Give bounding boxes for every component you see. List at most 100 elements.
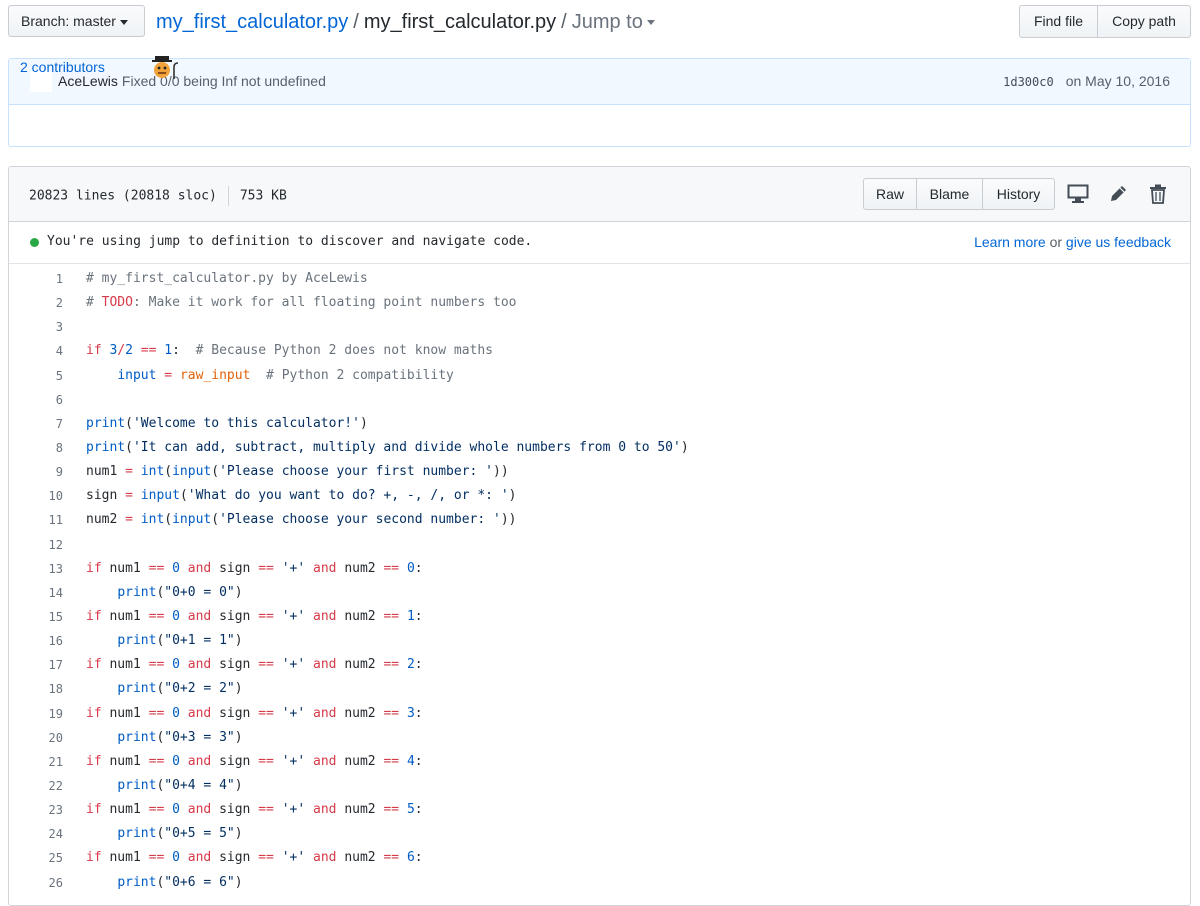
code-line: 4 if 3/2 == 1: # Because Python 2 does no… [9,339,1190,363]
breadcrumb-separator: / [353,11,359,33]
contributors-link[interactable]: 2 contributors [20,59,105,75]
code-line: 17 if num1 == 0 and sign == '+' and num2 … [9,653,1190,677]
jump-to-definition-message: You're using jump to definition to disco… [47,234,533,249]
code-text: print("0+1 = 1") [117,633,243,649]
branch-label: Branch: master [21,13,116,29]
code-line: 24 print("0+5 = 5") [9,822,1190,846]
line-number[interactable]: 7 [9,412,63,436]
code-text: if num1 == 0 and sign == '+' and num2 ==… [86,705,423,721]
line-number[interactable]: 23 [9,798,63,822]
desktop-icon[interactable] [1067,184,1089,209]
code-text: print('Welcome to this calculator!') [86,415,368,431]
banner-links: Learn more or give us feedback [974,234,1171,250]
jump-to-label: Jump to [571,11,643,33]
line-number[interactable]: 3 [9,315,63,339]
code-line: 15 if num1 == 0 and sign == '+' and num2 … [9,605,1190,629]
line-number[interactable]: 20 [9,726,63,750]
code-text: # TODO: Make it work for all floating po… [86,295,517,311]
line-number[interactable]: 18 [9,677,63,701]
line-number[interactable]: 13 [9,557,63,581]
code-text: if num1 == 0 and sign == '+' and num2 ==… [86,850,423,866]
commit-author-link[interactable]: AceLewis [58,73,118,89]
code-text: if 3/2 == 1: # Because Python 2 does not… [86,343,494,359]
code-line: 11 num2 = int(input('Please choose your s… [9,508,1190,532]
line-number[interactable]: 22 [9,774,63,798]
find-file-button[interactable]: Find file [1019,5,1098,38]
line-number[interactable]: 2 [9,291,63,315]
blame-button[interactable]: Blame [917,178,983,210]
line-number[interactable]: 15 [9,605,63,629]
feedback-link[interactable]: give us feedback [1066,234,1171,250]
commit-sha-link[interactable]: 1d300c0 [1003,75,1054,89]
copy-path-button[interactable]: Copy path [1098,5,1191,38]
line-number[interactable]: 16 [9,629,63,653]
pencil-icon[interactable] [1108,184,1128,209]
learn-more-link[interactable]: Learn more [974,234,1046,250]
breadcrumb: my_first_calculator.py / my_first_calculat… [156,9,655,35]
line-number[interactable]: 6 [9,388,63,412]
code-line: 5 input = raw_input # Python 2 compatibi… [9,364,1190,388]
jump-to-definition-banner: You're using jump to definition to disco… [9,222,1190,264]
line-number[interactable]: 10 [9,484,63,508]
caret-down-icon [646,20,655,26]
code-text: print("0+6 = 6") [117,874,243,890]
line-number[interactable]: 26 [9,871,63,895]
code-text: print("0+2 = 2") [117,681,243,697]
status-dot-icon [30,238,39,247]
line-number[interactable]: 21 [9,750,63,774]
line-number[interactable]: 1 [9,267,63,291]
breadcrumb-separator: / [561,11,567,33]
raw-button[interactable]: Raw [863,178,917,210]
line-number[interactable]: 4 [9,339,63,363]
line-number[interactable]: 8 [9,436,63,460]
line-number[interactable]: 19 [9,702,63,726]
code-text: num1 = int(input('Please choose your fir… [86,464,509,480]
branch-select-button[interactable]: Branch: master [8,5,145,37]
code-text: print("0+0 = 0") [117,584,243,600]
code-line: 23 if num1 == 0 and sign == '+' and num2 … [9,798,1190,822]
code-line: 12 [9,533,1190,557]
code-line: 1 # my_first_calculator.py by AceLewis [9,267,1190,291]
code-line: 18 print("0+2 = 2") [9,677,1190,701]
code-line: 22 print("0+4 = 4") [9,774,1190,798]
code-line: 9 num1 = int(input('Please choose your fi… [9,460,1190,484]
file-line-count: 20823 lines (20818 sloc) [29,188,217,204]
code-line: 10 sign = input('What do you want to do? … [9,484,1190,508]
line-number[interactable]: 25 [9,846,63,870]
history-button[interactable]: History [983,178,1055,210]
file-viewer: 20823 lines (20818 sloc) 753 KB Raw Blame… [8,166,1191,906]
contributor-avatar-icon[interactable] [150,55,184,86]
line-number[interactable]: 5 [9,364,63,388]
code-text: print("0+5 = 5") [117,826,243,842]
code-line: 26 print("0+6 = 6") [9,871,1190,895]
code-text: if num1 == 0 and sign == '+' and num2 ==… [86,560,423,576]
code-line: 25 if num1 == 0 and sign == '+' and num2 … [9,846,1190,870]
divider [227,186,229,206]
code-line: 3 [9,315,1190,339]
code-text: if num1 == 0 and sign == '+' and num2 ==… [86,657,423,673]
line-number[interactable]: 9 [9,460,63,484]
code-text: print('It can add, subtract, multiply an… [86,439,689,455]
code-text: input = raw_input # Python 2 compatibili… [117,367,454,383]
line-number[interactable]: 12 [9,533,63,557]
file-header: 20823 lines (20818 sloc) 753 KB Raw Blame… [9,167,1190,222]
code-text: if num1 == 0 and sign == '+' and num2 ==… [86,608,423,624]
trash-icon[interactable] [1149,184,1167,209]
code-text: if num1 == 0 and sign == '+' and num2 ==… [86,753,423,769]
breadcrumb-file: my_first_calculator.py [363,11,557,33]
line-number[interactable]: 11 [9,508,63,532]
code-line: 16 print("0+1 = 1") [9,629,1190,653]
line-number[interactable]: 17 [9,653,63,677]
commit-meta: 1d300c0 on May 10, 2016 [1003,73,1170,89]
code-line: 19 if num1 == 0 and sign == '+' and num2 … [9,702,1190,726]
breadcrumb-repo-link[interactable]: my_first_calculator.py [156,11,348,33]
jump-to-menu[interactable]: Jump to [572,11,655,33]
file-size: 753 KB [239,188,287,204]
line-number[interactable]: 24 [9,822,63,846]
code-line: 13 if num1 == 0 and sign == '+' and num2 … [9,557,1190,581]
line-number[interactable]: 14 [9,581,63,605]
code-text: num2 = int(input('Please choose your sec… [86,512,517,528]
code-line: 21 if num1 == 0 and sign == '+' and num2 … [9,750,1190,774]
code-text: print("0+4 = 4") [117,777,243,793]
code-line: 6 [9,388,1190,412]
